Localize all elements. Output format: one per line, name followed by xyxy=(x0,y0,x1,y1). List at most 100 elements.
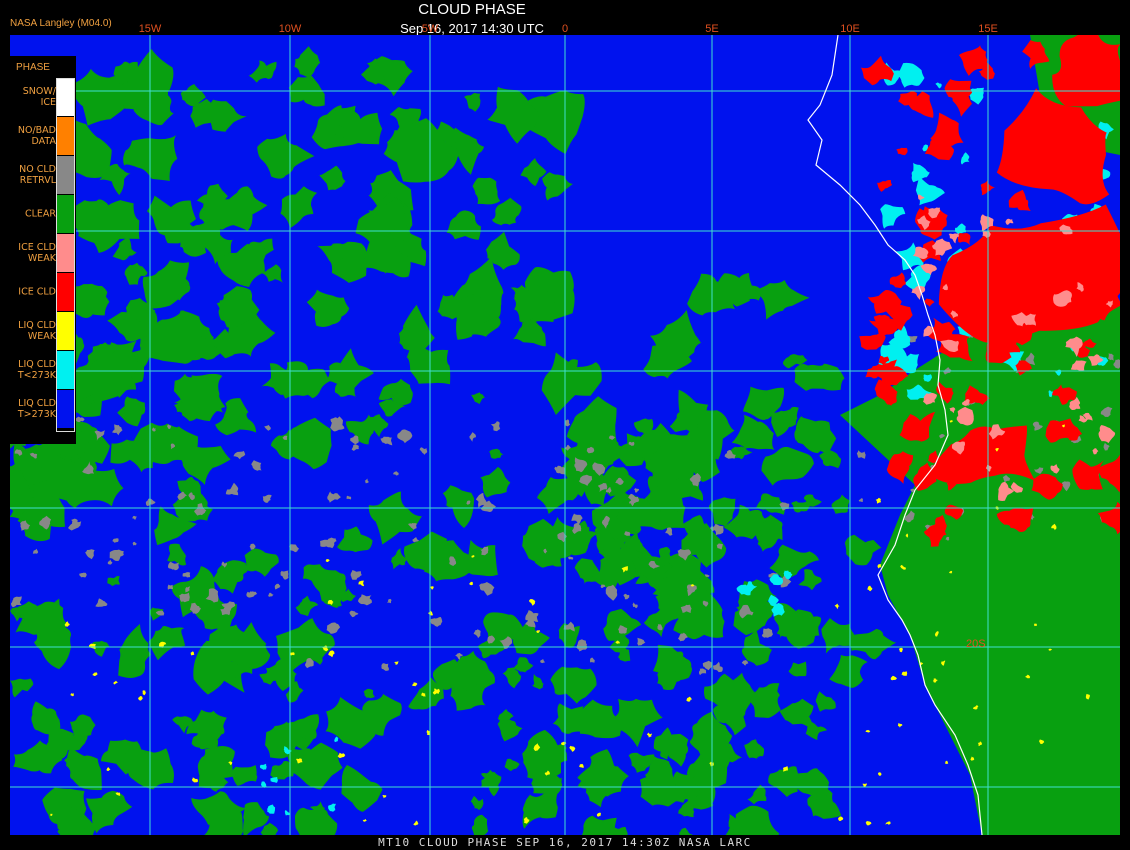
gray-speck xyxy=(145,498,156,507)
clear-patch xyxy=(761,446,814,486)
liq-cold-patch xyxy=(270,777,278,783)
clear-patch xyxy=(831,494,850,514)
clear-patch xyxy=(148,626,185,661)
gray-speck xyxy=(364,478,369,484)
liq-weak-speck xyxy=(337,752,346,759)
clear-patch xyxy=(532,673,544,690)
liq-weak-speck xyxy=(394,661,399,665)
liq-weak-speck xyxy=(865,820,872,826)
ice-patch xyxy=(957,232,971,246)
gray-speck xyxy=(264,424,271,431)
gray-speck xyxy=(268,592,274,597)
legend-item-label: ICE CLD xyxy=(18,286,56,298)
liq-weak-speck xyxy=(646,732,653,738)
liq-weak-speck xyxy=(113,680,118,685)
clear-patch xyxy=(731,414,775,450)
ice-patch xyxy=(877,179,893,192)
gray-speck xyxy=(473,629,481,639)
liq-weak-speck xyxy=(92,672,98,677)
lat-label-20s: 20S xyxy=(966,638,986,650)
liq-weak-speck xyxy=(191,777,199,783)
liq-weak-speck xyxy=(469,581,474,586)
liq-cold-patch xyxy=(284,810,290,816)
gray-speck xyxy=(95,598,108,607)
clear-patch xyxy=(487,86,540,144)
clear-patch xyxy=(231,765,258,786)
clear-patch xyxy=(341,765,383,812)
liq-weak-speck xyxy=(412,682,418,687)
liq-weak-speck xyxy=(106,767,111,771)
liq-cold-patch xyxy=(334,736,339,743)
clear-patch xyxy=(643,608,677,638)
cloud-phase-map xyxy=(10,35,1120,835)
legend-item-label: LIQ CLD WEAK xyxy=(18,320,56,342)
gray-speck xyxy=(540,659,545,664)
gray-speck xyxy=(289,544,300,553)
gray-speck xyxy=(112,538,119,543)
liq-weak-speck xyxy=(561,741,567,746)
ice-patch xyxy=(1008,189,1031,211)
gray-speck xyxy=(632,602,638,609)
liq-cold-patch xyxy=(915,176,945,206)
clear-patch xyxy=(747,784,767,805)
liq-weak-speck xyxy=(865,729,871,733)
gray-speck xyxy=(479,582,495,596)
gray-speck xyxy=(248,591,258,598)
gray-speck xyxy=(571,513,583,525)
ice-patch xyxy=(889,272,906,288)
clear-patch xyxy=(118,623,152,678)
liq-weak-speck xyxy=(358,580,365,587)
liq-cold-patch xyxy=(911,162,930,183)
liq-weak-speck xyxy=(877,564,882,569)
gray-speck xyxy=(490,421,501,432)
clear-patch xyxy=(167,543,187,566)
clear-patch xyxy=(280,186,318,229)
clear-patch xyxy=(446,210,481,240)
lon-label-15e: 15E xyxy=(978,23,998,35)
clear-patch xyxy=(513,318,546,347)
ice-patch xyxy=(865,363,889,381)
gray-speck xyxy=(225,482,239,496)
liq-weak-speck xyxy=(945,760,949,764)
liq-weak-speck xyxy=(190,651,195,656)
liq-weak-speck xyxy=(596,812,601,817)
gray-speck xyxy=(637,637,646,646)
clear-patch xyxy=(294,46,321,79)
ice-patch xyxy=(896,147,908,156)
clear-patch xyxy=(368,491,422,545)
gray-speck xyxy=(350,435,359,445)
liq-weak-speck xyxy=(890,675,897,681)
legend-frame xyxy=(56,78,75,432)
clear-patch xyxy=(798,569,822,591)
clear-patch xyxy=(470,795,484,810)
gray-speck xyxy=(280,570,289,580)
ice-patch xyxy=(930,112,964,148)
clear-patch xyxy=(522,790,559,829)
liq-weak-speck xyxy=(328,650,335,658)
gray-speck xyxy=(79,572,87,578)
liq-weak-speck xyxy=(884,821,891,825)
liq-weak-speck xyxy=(569,745,576,752)
ice-weak-patch xyxy=(948,233,959,244)
legend-item-label: NO CLD RETRVL xyxy=(19,164,56,186)
clear-patch xyxy=(829,655,868,688)
gray-speck xyxy=(397,429,413,444)
gray-speck xyxy=(702,660,713,671)
clear-patch xyxy=(815,691,836,712)
clear-patch xyxy=(679,827,693,835)
liq-weak-speck xyxy=(686,696,693,702)
clear-patch xyxy=(542,172,573,201)
lon-label-10w: 10W xyxy=(278,23,302,35)
legend-item-label: NO/BAD DATA xyxy=(17,125,56,147)
map-title: CLOUD PHASE xyxy=(418,1,526,18)
liq-weak-speck xyxy=(898,647,903,653)
clear-patch xyxy=(805,722,827,740)
clear-patch xyxy=(464,92,481,112)
liq-weak-speck xyxy=(428,610,433,616)
lon-label-15w: 15W xyxy=(138,23,162,35)
lon-label-10e: 10E xyxy=(840,23,860,35)
gray-speck xyxy=(858,498,863,502)
liq-cold-patch xyxy=(267,804,276,814)
gray-speck xyxy=(326,622,341,634)
liq-cold-patch xyxy=(328,803,336,812)
